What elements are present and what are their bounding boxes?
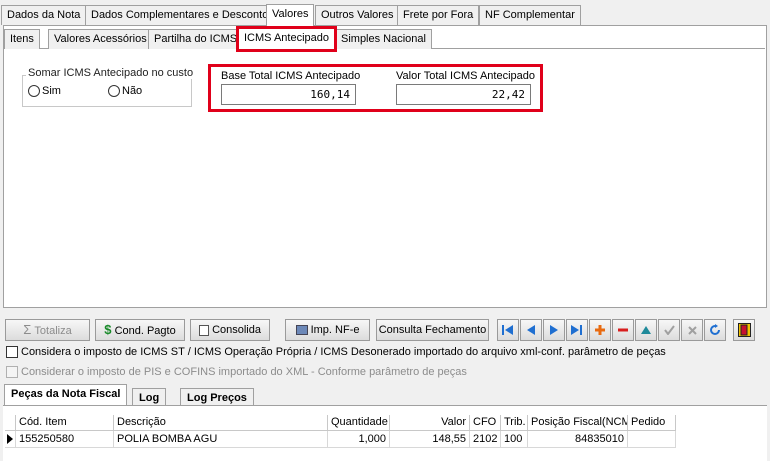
tab-dados-da-nota[interactable]: Dados da Nota [1, 5, 87, 25]
row-indicator[interactable] [5, 431, 16, 448]
tab-pecas-nota-fiscal[interactable]: Peças da Nota Fiscal [4, 384, 128, 406]
col-pedido[interactable]: Pedido [628, 415, 676, 431]
cell-descricao[interactable]: POLIA BOMBA AGU [114, 431, 328, 448]
radio-sim-label: Sim [42, 85, 61, 97]
cell-cfo[interactable]: 2102 [470, 431, 501, 448]
radio-nao-label: Não [122, 85, 143, 97]
cell-valor[interactable]: 148,55 [390, 431, 470, 448]
check-icms-st-label: Considera o imposto de ICMS ST / ICMS Op… [21, 346, 666, 358]
insert-record-button[interactable] [589, 319, 611, 341]
consulta-fechamento-button[interactable]: Consulta Fechamento [376, 319, 489, 341]
check-icms-st[interactable] [6, 346, 18, 358]
sigma-icon: Σ [23, 322, 32, 337]
refresh-icon [710, 324, 720, 335]
first-icon [502, 325, 513, 335]
next-icon [550, 325, 558, 335]
tab-partilha-icms[interactable]: Partilha do ICMS [148, 29, 244, 49]
post-record-button[interactable] [658, 319, 680, 341]
delete-record-button[interactable] [612, 319, 634, 341]
triangle-up-icon [641, 326, 651, 334]
tab-valores-acessorios[interactable]: Valores Acessórios [48, 29, 153, 49]
minus-icon [618, 328, 628, 332]
cell-quantidade[interactable]: 1,000 [328, 431, 390, 448]
highlight-icms-antecipado-tab [236, 26, 337, 52]
col-valor[interactable]: Valor [390, 415, 470, 431]
prior-record-button[interactable] [520, 319, 542, 341]
consolida-button[interactable]: Consolida [190, 319, 270, 341]
somar-icms-label: Somar ICMS Antecipado no custo [26, 67, 196, 79]
exit-door-icon [737, 323, 751, 337]
tab-frete-por-fora[interactable]: Frete por Fora [397, 5, 480, 25]
radio-nao[interactable]: Não [108, 85, 143, 98]
check-icon [663, 325, 675, 335]
imp-nfe-button[interactable]: Imp. NF-e [285, 319, 370, 341]
col-cod-item[interactable]: Cód. Item [16, 415, 114, 431]
import-icon [295, 325, 308, 336]
main-tab-strip: Dados da Nota Dados Complementares e Des… [0, 4, 770, 26]
refresh-button[interactable] [704, 319, 726, 341]
tab-simples-nacional[interactable]: Simples Nacional [335, 29, 432, 49]
sub-tab-strip: Itens Valores Acessórios Partilha do ICM… [4, 28, 764, 50]
grid-indicator-header [5, 415, 16, 431]
last-icon [571, 325, 582, 335]
edit-record-button[interactable] [635, 319, 657, 341]
consolida-label: Consolida [212, 324, 261, 336]
col-quantidade[interactable]: Quantidade [328, 415, 390, 431]
cell-trib[interactable]: 100 [501, 431, 528, 448]
col-descricao[interactable]: Descrição [114, 415, 328, 431]
totaliza-label: Totaliza [34, 325, 72, 337]
cell-cod-item[interactable]: 155250580 [16, 431, 114, 448]
cell-posicao-fiscal[interactable]: 84835010 [528, 431, 628, 448]
current-row-arrow-icon [7, 434, 13, 444]
tab-outros-valores[interactable]: Outros Valores [315, 5, 400, 25]
imp-nfe-label: Imp. NF-e [310, 324, 360, 336]
check-pis-cofins-label: Considerar o imposto de PIS e COFINS imp… [21, 366, 467, 378]
col-trib[interactable]: Trib. [501, 415, 528, 431]
totaliza-button[interactable]: Σ Totaliza [5, 319, 90, 341]
tab-itens[interactable]: Itens [4, 29, 40, 49]
highlight-icms-values [208, 64, 543, 112]
check-pis-cofins[interactable] [6, 366, 18, 378]
col-cfo[interactable]: CFO [470, 415, 501, 431]
cancel-record-button[interactable] [681, 319, 703, 341]
radio-sim[interactable]: Sim [28, 85, 61, 98]
tab-nf-complementar[interactable]: NF Complementar [479, 5, 581, 25]
col-posicao-fiscal[interactable]: Posição Fiscal(NCM) [528, 415, 628, 431]
cross-icon [687, 325, 697, 335]
cell-pedido[interactable] [628, 431, 676, 448]
cond-pagto-button[interactable]: $ Cond. Pagto [95, 319, 185, 341]
cond-pagto-label: Cond. Pagto [114, 325, 176, 337]
prior-icon [527, 325, 535, 335]
money-icon: $ [104, 322, 112, 337]
tab-valores[interactable]: Valores [266, 4, 315, 26]
exit-button[interactable] [733, 319, 755, 341]
radio-nao-circle[interactable] [108, 85, 120, 98]
plus-icon [595, 325, 605, 335]
first-record-button[interactable] [497, 319, 519, 341]
radio-sim-circle[interactable] [28, 85, 40, 98]
next-record-button[interactable] [543, 319, 565, 341]
tab-dados-complementares[interactable]: Dados Complementares e Desconto [85, 5, 275, 25]
last-record-button[interactable] [566, 319, 588, 341]
document-icon [199, 324, 209, 336]
